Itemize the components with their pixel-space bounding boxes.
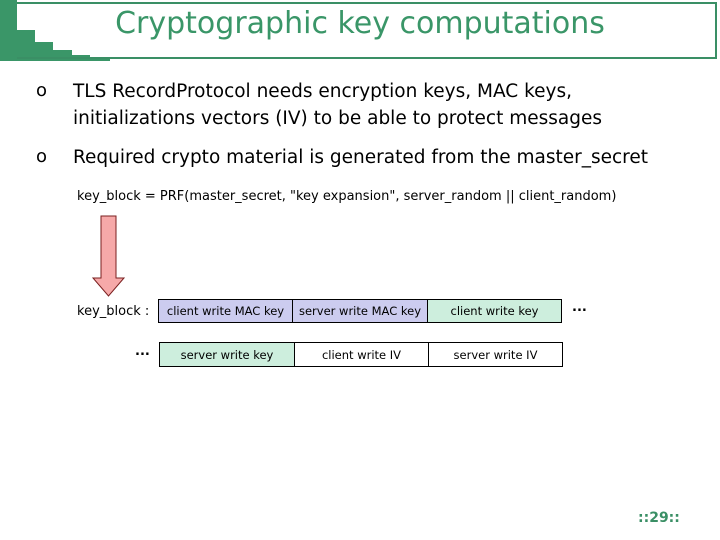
bullet-marker: o — [36, 146, 48, 167]
bullet-text-1-line-1: TLS RecordProtocol needs encryption keys… — [73, 81, 573, 102]
cell-client-write-iv: client write IV — [295, 343, 429, 366]
row-2-ellipsis: ... — [135, 344, 150, 359]
cell-server-write-mac-key: server write MAC key — [293, 300, 428, 322]
bullet-text-1-line-2: initializations vectors (IV) to be able … — [73, 108, 603, 129]
row-1-ellipsis: ... — [572, 300, 587, 315]
cell-server-write-key: server write key — [160, 343, 295, 366]
key-block-row-2: server write key client write IV server … — [159, 342, 563, 367]
key-block-label: key_block : — [77, 304, 150, 319]
cell-server-write-iv: server write IV — [429, 343, 562, 366]
page-number: ::29:: — [638, 510, 680, 526]
cell-client-write-mac-key: client write MAC key — [159, 300, 293, 322]
bullet-text-2: Required crypto material is generated fr… — [73, 147, 649, 168]
down-arrow-icon — [91, 215, 126, 297]
prf-formula: key_block = PRF(master_secret, "key expa… — [77, 189, 617, 204]
bullet-marker: o — [36, 80, 48, 101]
key-block-row-1: client write MAC key server write MAC ke… — [158, 299, 562, 323]
slide-title: Cryptographic key computations — [115, 6, 605, 41]
cell-client-write-key: client write key — [428, 300, 561, 322]
